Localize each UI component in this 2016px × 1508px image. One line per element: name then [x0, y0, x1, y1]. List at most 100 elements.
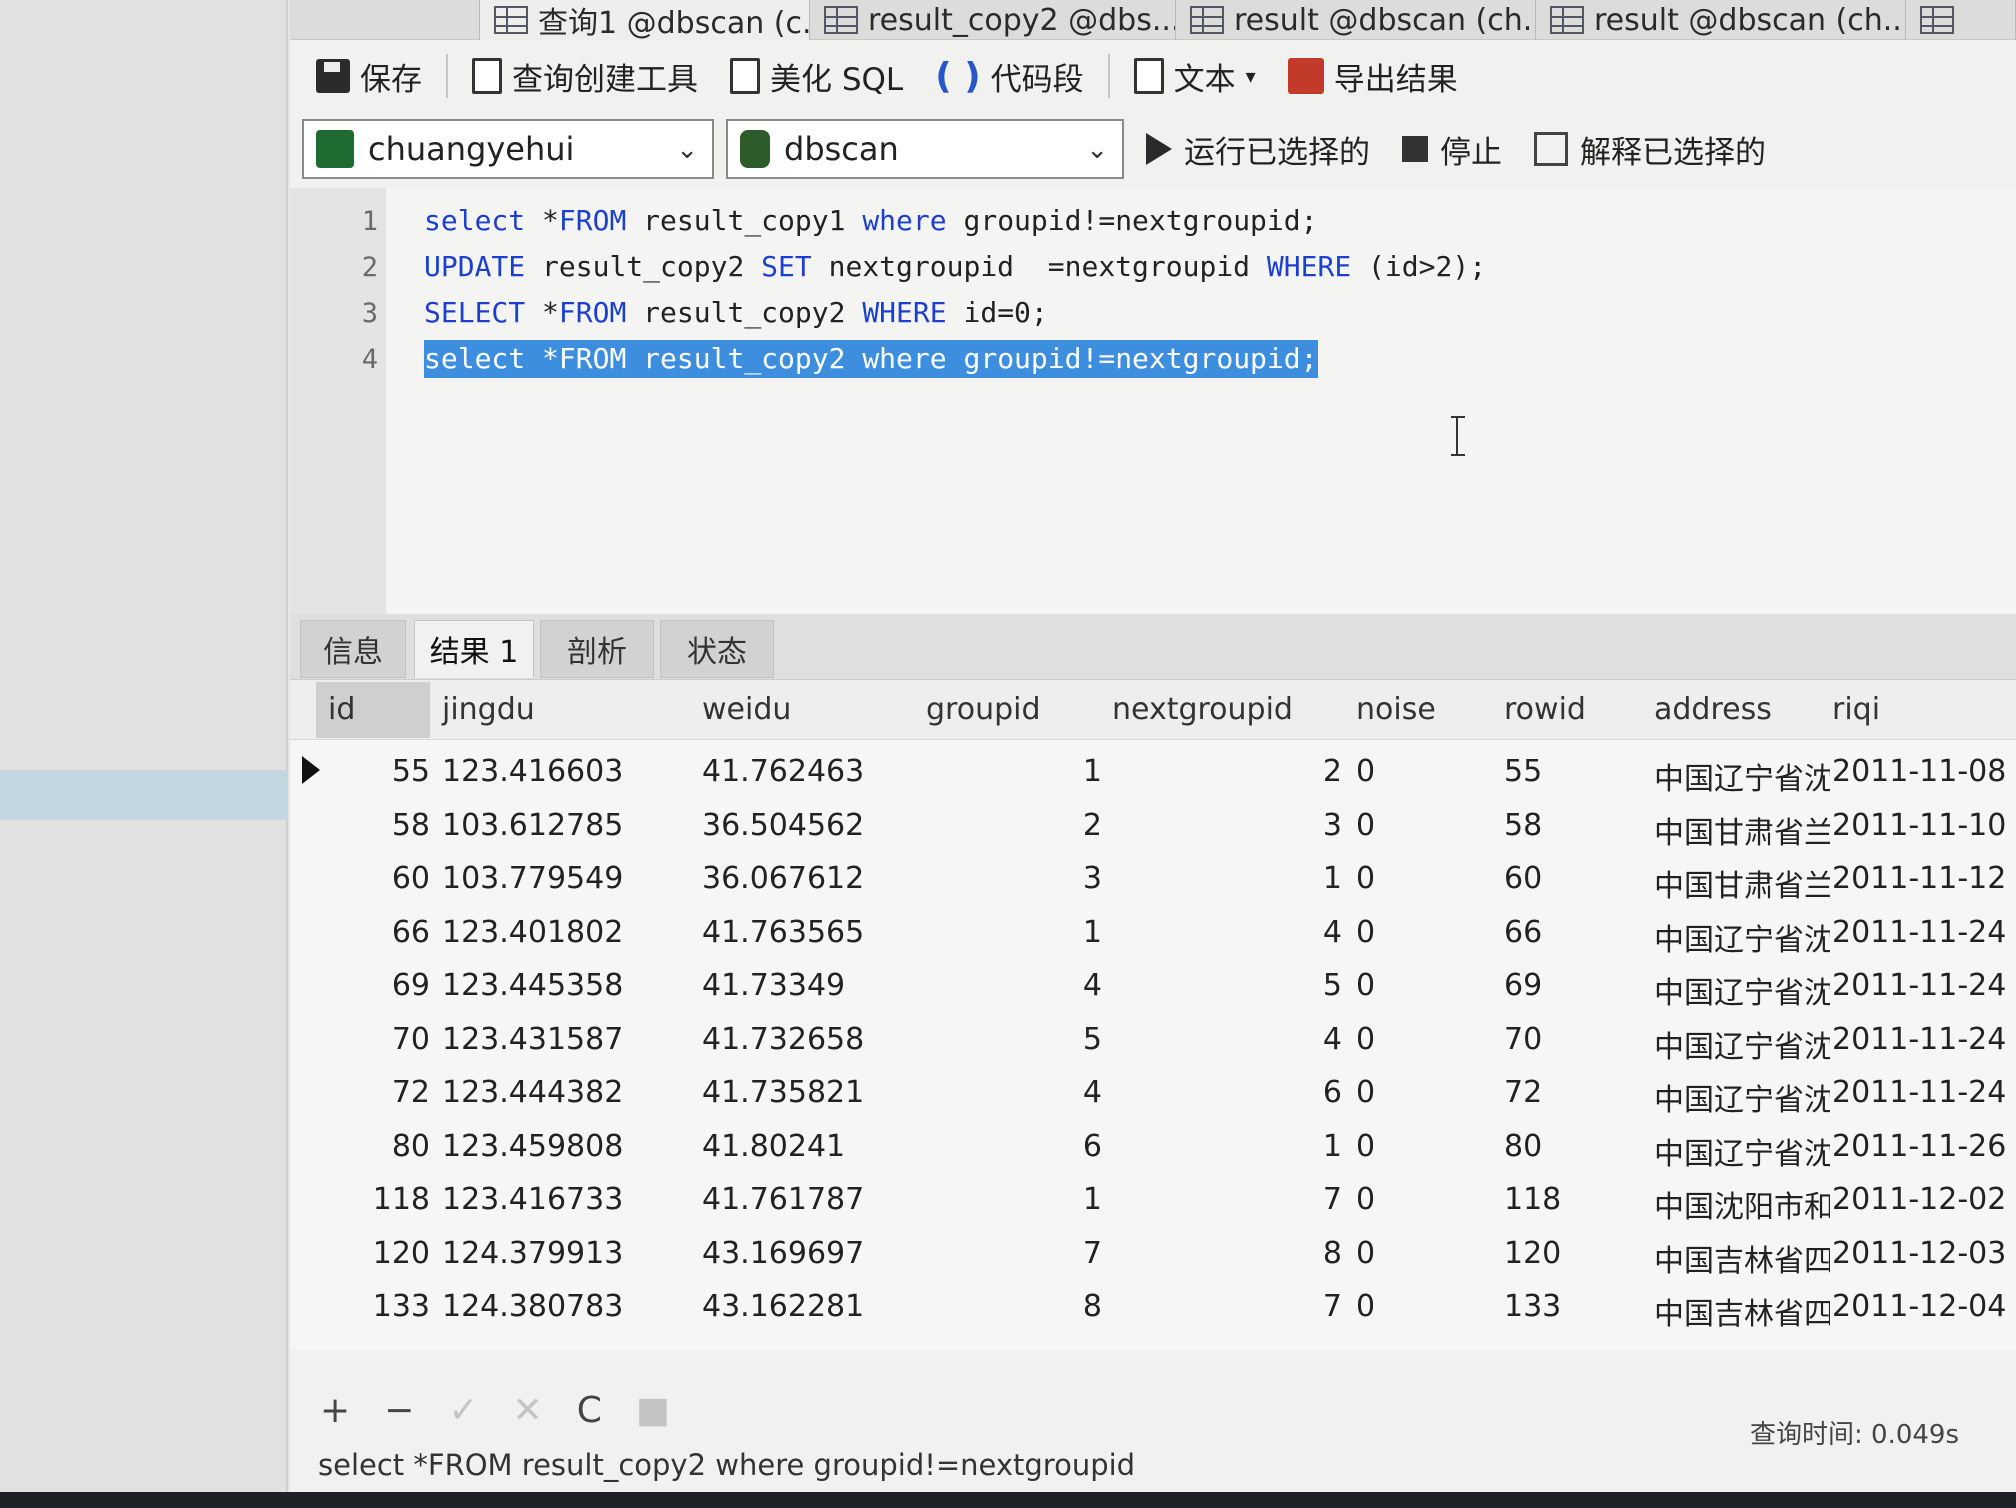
column-header-weidu[interactable]: weidu — [702, 692, 791, 727]
cell-weidu[interactable]: 41.73349 — [702, 968, 902, 1003]
cell-groupid[interactable]: 7 — [926, 1236, 1102, 1271]
table-row[interactable]: 55 123.416603 41.762463 120 55 中国辽宁省沈阳2011-11… — [290, 744, 2016, 797]
cell-riqi[interactable]: 2011-11-24 02 — [1832, 915, 2016, 950]
column-header-nextgroupid[interactable]: nextgroupid — [1112, 692, 1293, 727]
delete-row-button[interactable]: − — [384, 1390, 414, 1431]
apply-changes-button[interactable]: ✓ — [448, 1390, 478, 1431]
column-header-jingdu[interactable]: jingdu — [442, 692, 535, 727]
cell-address[interactable]: 中国吉林省四平 — [1654, 1236, 1830, 1280]
cell-nextgroupid[interactable]: 2 — [1112, 754, 1342, 789]
cell-rowid[interactable]: 80 — [1504, 1129, 1634, 1164]
cell-groupid[interactable]: 6 — [926, 1129, 1102, 1164]
cell-id[interactable]: 133 — [316, 1289, 430, 1324]
table-row[interactable]: 118 123.416733 41.761787 170 118 中国沈阳市和平2011-… — [290, 1172, 2016, 1225]
cell-noise[interactable]: 0 — [1356, 808, 1416, 843]
cell-id[interactable]: 60 — [316, 861, 430, 896]
cell-riqi[interactable]: 2011-11-10 06 — [1832, 808, 2016, 843]
cell-jingdu[interactable]: 123.459808 — [442, 1129, 672, 1164]
table-row[interactable]: 120 124.379913 43.169697 780 120 中国吉林省四平2011-… — [290, 1226, 2016, 1279]
column-header-noise[interactable]: noise — [1356, 692, 1436, 727]
cell-nextgroupid[interactable]: 3 — [1112, 808, 1342, 843]
sql-editor[interactable]: 1234 select *FROM result_copy1 where gro… — [290, 188, 2016, 618]
cell-address[interactable]: 中国辽宁省沈阳 — [1654, 754, 1830, 798]
cell-id[interactable]: 66 — [316, 915, 430, 950]
cell-id[interactable]: 70 — [316, 1022, 430, 1057]
cell-noise[interactable]: 0 — [1356, 1022, 1416, 1057]
cell-groupid[interactable]: 4 — [926, 1075, 1102, 1110]
cell-address[interactable]: 中国吉林省四平 — [1654, 1289, 1830, 1333]
doc-tab-result-copy2[interactable]: result_copy2 @dbs... — [810, 0, 1176, 40]
result-grid[interactable]: id jingdu weidu groupid nextgroupid nois… — [290, 680, 2016, 1350]
cell-nextgroupid[interactable]: 7 — [1112, 1182, 1342, 1217]
run-selected-button[interactable]: 运行已选择的 — [1136, 127, 1380, 172]
code-line[interactable]: UPDATE result_copy2 SET nextgroupid =nex… — [424, 248, 1486, 286]
cell-riqi[interactable]: 2011-12-03 20 — [1832, 1236, 2016, 1271]
connection-select[interactable]: chuangyehui ⌄ — [302, 119, 714, 179]
tab-info[interactable]: 信息 — [300, 620, 406, 678]
table-row[interactable]: 69 123.445358 41.73349 450 69 中国辽宁省沈阳2011-11-… — [290, 958, 2016, 1011]
cell-weidu[interactable]: 43.169697 — [702, 1236, 902, 1271]
cell-id[interactable]: 55 — [316, 754, 430, 789]
cell-id[interactable]: 118 — [316, 1182, 430, 1217]
cell-groupid[interactable]: 8 — [926, 1289, 1102, 1324]
cell-riqi[interactable]: 2011-11-08 23 — [1832, 754, 2016, 789]
cell-riqi[interactable]: 2011-11-24 02 — [1832, 1022, 2016, 1057]
cell-weidu[interactable]: 41.761787 — [702, 1182, 902, 1217]
column-header-riqi[interactable]: riqi — [1832, 692, 1880, 727]
cell-address[interactable]: 中国甘肃省兰州 — [1654, 808, 1830, 852]
column-header-address[interactable]: address — [1654, 692, 1772, 727]
text-button[interactable]: 文本 ▾ — [1120, 48, 1270, 104]
cell-jingdu[interactable]: 124.380783 — [442, 1289, 672, 1324]
export-result-button[interactable]: 导出结果 — [1274, 48, 1472, 104]
cell-address[interactable]: 中国辽宁省沈阳 — [1654, 1022, 1830, 1066]
cell-jingdu[interactable]: 123.416603 — [442, 754, 672, 789]
cell-noise[interactable]: 0 — [1356, 754, 1416, 789]
cell-noise[interactable]: 0 — [1356, 915, 1416, 950]
query-builder-button[interactable]: 查询创建工具 — [458, 48, 712, 104]
cell-nextgroupid[interactable]: 1 — [1112, 1129, 1342, 1164]
tab-profile[interactable]: 剖析 — [540, 620, 654, 678]
cell-rowid[interactable]: 60 — [1504, 861, 1634, 896]
cell-rowid[interactable]: 58 — [1504, 808, 1634, 843]
cell-rowid[interactable]: 70 — [1504, 1022, 1634, 1057]
cell-address[interactable]: 中国甘肃省兰州 — [1654, 861, 1830, 905]
cell-noise[interactable]: 0 — [1356, 968, 1416, 1003]
left-pane-selected-item[interactable] — [0, 770, 288, 820]
tab-result-1[interactable]: 结果 1 — [414, 620, 534, 678]
doc-tab-partial[interactable] — [290, 0, 480, 40]
table-row[interactable]: 66 123.401802 41.763565 140 66 中国辽宁省沈阳2011-11… — [290, 905, 2016, 958]
cell-jingdu[interactable]: 123.444382 — [442, 1075, 672, 1110]
cell-address[interactable]: 中国辽宁省沈阳 — [1654, 915, 1830, 959]
cell-jingdu[interactable]: 123.445358 — [442, 968, 672, 1003]
cell-address[interactable]: 中国辽宁省沈阳 — [1654, 1075, 1830, 1119]
code-line[interactable]: select *FROM result_copy1 where groupid!… — [424, 202, 1318, 240]
cell-id[interactable]: 80 — [316, 1129, 430, 1164]
cell-weidu[interactable]: 41.732658 — [702, 1022, 902, 1057]
chevron-down-icon[interactable]: ▾ — [1246, 64, 1256, 88]
code-snippet-button[interactable]: ( ) 代码段 — [921, 48, 1097, 104]
cell-riqi[interactable]: 2011-12-02 06 — [1832, 1182, 2016, 1217]
cell-weidu[interactable]: 41.763565 — [702, 915, 902, 950]
table-row[interactable]: 133 124.380783 43.162281 870 133 中国吉林省四平2011-… — [290, 1279, 2016, 1332]
cell-riqi[interactable]: 2011-11-24 02 — [1832, 1075, 2016, 1110]
cell-weidu[interactable]: 41.762463 — [702, 754, 902, 789]
cell-rowid[interactable]: 133 — [1504, 1289, 1634, 1324]
table-row[interactable]: 80 123.459808 41.80241 610 80 中国辽宁省沈阳2011-11-… — [290, 1119, 2016, 1172]
cell-riqi[interactable]: 2011-12-04 03 — [1832, 1289, 2016, 1324]
cell-address[interactable]: 中国辽宁省沈阳 — [1654, 968, 1830, 1012]
cell-rowid[interactable]: 66 — [1504, 915, 1634, 950]
cell-noise[interactable]: 0 — [1356, 1236, 1416, 1271]
explain-selected-button[interactable]: 解释已选择的 — [1524, 127, 1776, 172]
cell-jingdu[interactable]: 123.431587 — [442, 1022, 672, 1057]
cell-jingdu[interactable]: 124.379913 — [442, 1236, 672, 1271]
refresh-button[interactable]: C — [577, 1390, 602, 1431]
database-select[interactable]: dbscan ⌄ — [726, 119, 1124, 179]
table-row[interactable]: 70 123.431587 41.732658 540 70 中国辽宁省沈阳2011-11… — [290, 1012, 2016, 1065]
table-row[interactable]: 58 103.612785 36.504562 230 58 中国甘肃省兰州2011-11… — [290, 798, 2016, 851]
cell-nextgroupid[interactable]: 4 — [1112, 1022, 1342, 1057]
cell-riqi[interactable]: 2011-11-26 23 — [1832, 1129, 2016, 1164]
cell-rowid[interactable]: 118 — [1504, 1182, 1634, 1217]
column-header-rowid[interactable]: rowid — [1504, 692, 1586, 727]
doc-tab-result-2[interactable]: result @dbscan (ch... — [1536, 0, 1906, 40]
cell-jingdu[interactable]: 123.401802 — [442, 915, 672, 950]
